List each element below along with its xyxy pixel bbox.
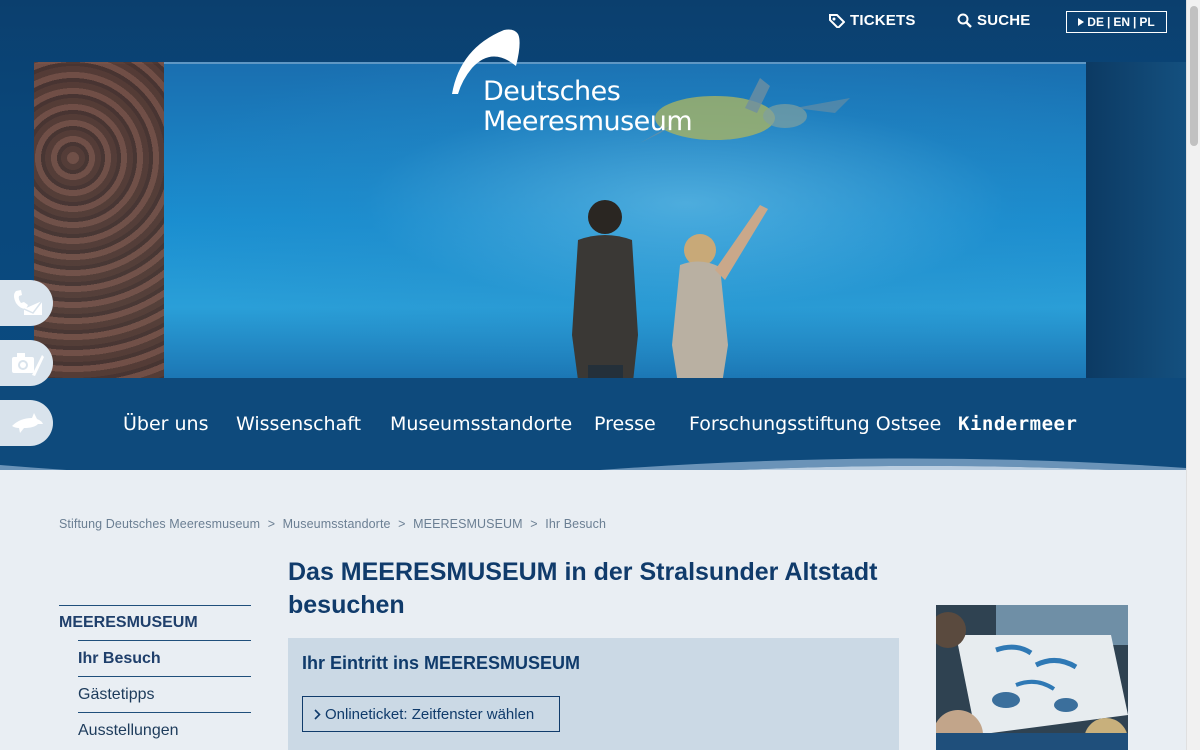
search-icon <box>957 13 972 28</box>
chevron-right-icon <box>314 708 321 720</box>
nav-item-about[interactable]: Über uns <box>123 413 209 435</box>
nav-item-kindermeer[interactable]: Kindermeer <box>958 413 1077 435</box>
online-ticket-label: Onlineticket: Zeitfenster wählen <box>325 705 535 723</box>
sub-navigation: MEERESMUSEUM Ihr Besuch Gästetipps Ausst… <box>59 605 251 748</box>
logo-line1: Deutsches <box>483 76 621 107</box>
subnav-item-gaestetipps[interactable]: Gästetipps <box>78 676 251 712</box>
main-navigation: Über uns Wissenschaft Museumsstandorte P… <box>0 413 1186 447</box>
lang-separator: | <box>1106 15 1111 29</box>
search-link[interactable]: SUCHE <box>957 12 1031 29</box>
aquarium-frame-right <box>1086 62 1186 412</box>
admission-box-title: Ihr Eintritt ins MEERESMUSEUM <box>302 653 581 673</box>
search-label: SUCHE <box>977 12 1031 29</box>
breadcrumb-separator: > <box>267 517 276 531</box>
breadcrumb-separator: > <box>530 517 538 531</box>
subnav-section-meeresmuseum[interactable]: MEERESMUSEUM <box>59 605 251 640</box>
breadcrumb-meeresmuseum[interactable]: MEERESMUSEUM <box>413 517 523 531</box>
contact-icon <box>13 290 43 315</box>
hero-banner <box>0 0 1186 470</box>
lang-en[interactable]: EN <box>1113 15 1130 29</box>
language-switcher[interactable]: DE | EN | PL <box>1066 11 1167 33</box>
breadcrumb: Stiftung Deutsches Meeresmuseum > Museum… <box>59 517 610 531</box>
tickets-label: TICKETS <box>850 12 916 29</box>
exhibit-photo <box>936 605 1128 750</box>
nav-item-press[interactable]: Presse <box>594 413 656 435</box>
breadcrumb-locations[interactable]: Museumsstandorte <box>283 517 391 531</box>
logo-line2: Meeresmuseum <box>483 106 693 137</box>
breadcrumb-current: Ihr Besuch <box>545 517 607 531</box>
scrollbar-thumb[interactable] <box>1190 6 1198 146</box>
nav-item-science[interactable]: Wissenschaft <box>236 413 361 435</box>
breadcrumb-separator: > <box>398 517 406 531</box>
side-tab-camera[interactable] <box>0 340 53 386</box>
online-ticket-button[interactable]: Onlineticket: Zeitfenster wählen <box>302 696 560 732</box>
page-scrollbar[interactable] <box>1186 0 1200 750</box>
logo-text: Deutsches Meeresmuseum <box>483 76 693 137</box>
lang-de[interactable]: DE <box>1087 15 1104 29</box>
lang-pl[interactable]: PL <box>1139 15 1154 29</box>
play-triangle-icon <box>1078 18 1085 26</box>
ticket-tag-icon <box>829 13 845 28</box>
nav-item-research-foundation[interactable]: Forschungsstiftung Ostsee <box>689 413 941 435</box>
page-title: Das MEERESMUSEUM in der Stralsunder Alts… <box>288 558 878 619</box>
children-at-exhibit-image <box>936 605 1128 750</box>
tickets-link[interactable]: TICKETS <box>829 12 916 29</box>
nav-item-locations[interactable]: Museumsstandorte <box>390 413 572 435</box>
lang-separator: | <box>1133 15 1137 29</box>
breadcrumb-home[interactable]: Stiftung Deutsches Meeresmuseum <box>59 517 260 531</box>
camera-icon <box>11 353 44 376</box>
coral-rock-wall <box>34 62 164 382</box>
subnav-item-ihr-besuch[interactable]: Ihr Besuch <box>78 640 251 676</box>
admission-box: Ihr Eintritt ins MEERESMUSEUM Onlinetick… <box>288 638 899 750</box>
side-tab-contact[interactable] <box>0 280 53 326</box>
subnav-item-ausstellungen[interactable]: Ausstellungen <box>78 712 251 748</box>
